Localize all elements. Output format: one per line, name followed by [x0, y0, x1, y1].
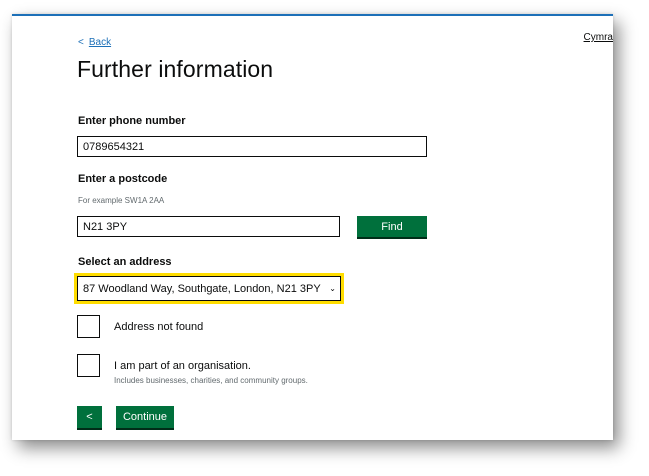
browser-page: Cymra < Back Further information Enter p… [12, 14, 613, 440]
address-select-value: 87 Woodland Way, Southgate, London, N21 … [83, 282, 321, 295]
postcode-label: Enter a postcode [78, 173, 168, 185]
phone-input-value: 0789654321 [83, 140, 145, 153]
find-button[interactable]: Find [357, 216, 427, 237]
phone-input[interactable]: 0789654321 [77, 136, 427, 157]
back-link[interactable]: < Back [78, 37, 111, 48]
address-select[interactable]: 87 Woodland Way, Southgate, London, N21 … [74, 273, 344, 304]
postcode-input[interactable]: N21 3PY [77, 216, 340, 237]
address-not-found-checkbox[interactable] [77, 315, 100, 338]
chevron-left-icon: < [78, 36, 84, 48]
back-link-label: Back [88, 37, 112, 48]
address-label: Select an address [78, 256, 172, 268]
page-title: Further information [77, 56, 274, 82]
organisation-checkbox[interactable] [77, 354, 100, 377]
chevron-left-icon: < [86, 411, 93, 423]
top-accent-bar [12, 14, 613, 16]
address-not-found-label: Address not found [114, 321, 204, 333]
continue-button[interactable]: Continue [116, 406, 174, 428]
phone-label: Enter phone number [78, 115, 186, 127]
chevron-down-icon: ⌄ [329, 284, 336, 293]
previous-button[interactable]: < [77, 406, 102, 428]
postcode-hint: For example SW1A 2AA [78, 196, 165, 205]
language-toggle-link[interactable]: Cymra [584, 32, 613, 43]
organisation-hint: Includes businesses, charities, and comm… [114, 376, 308, 385]
organisation-label: I am part of an organisation. [114, 360, 251, 372]
postcode-input-value: N21 3PY [83, 220, 128, 233]
